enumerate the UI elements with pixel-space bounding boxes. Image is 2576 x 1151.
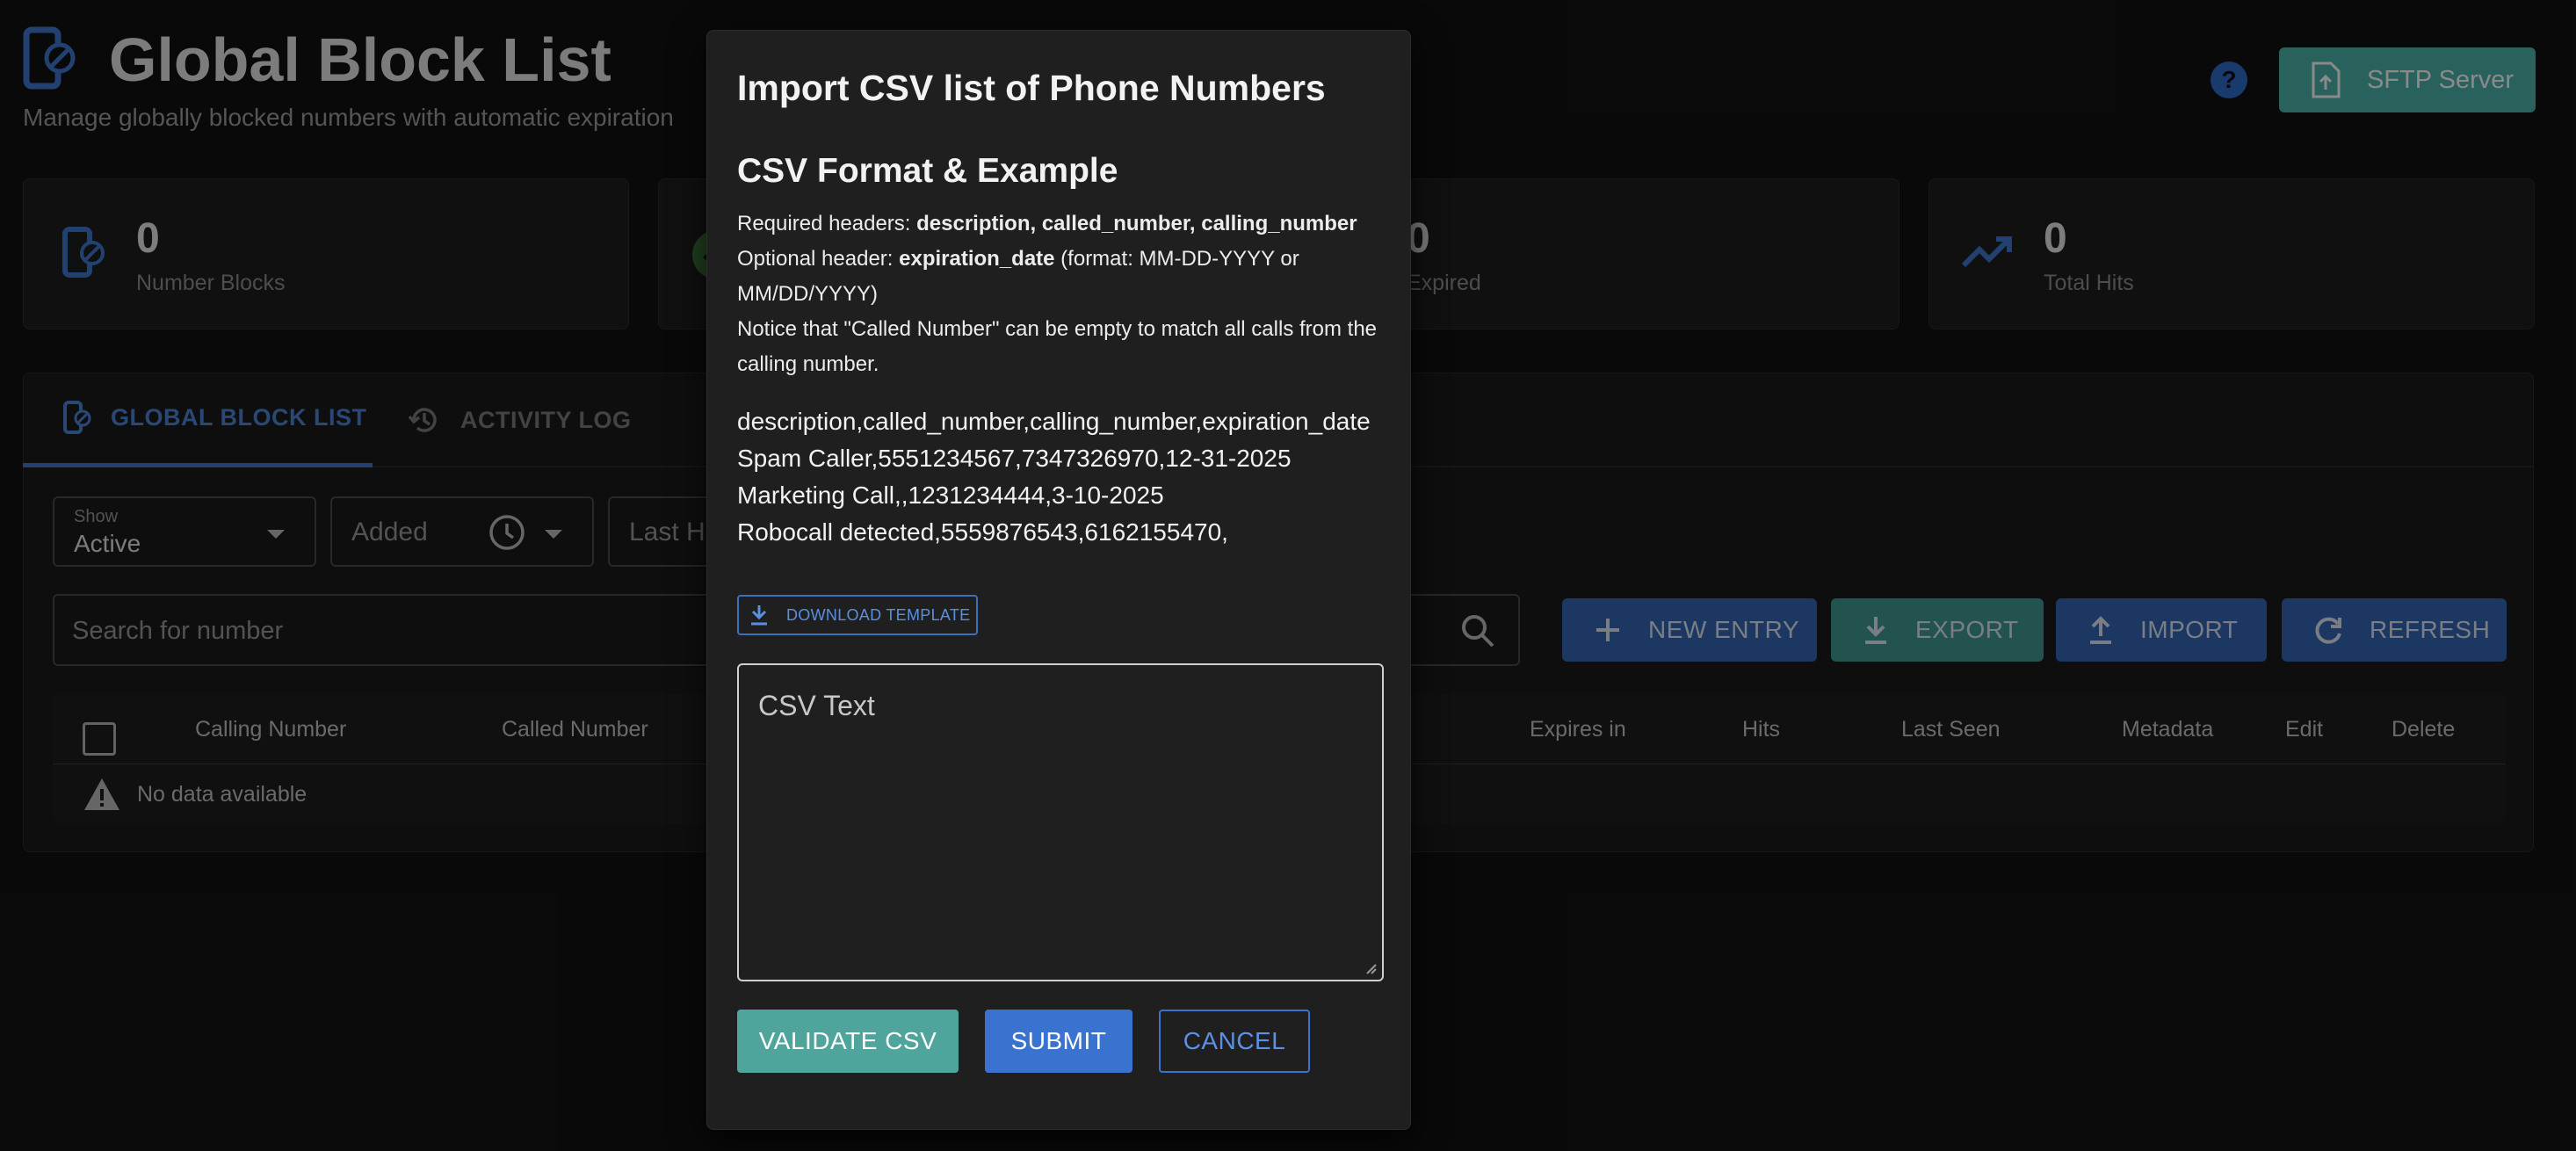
required-headers-line: Required headers: description, called_nu… bbox=[737, 206, 1387, 242]
download-template-label: DOWNLOAD TEMPLATE bbox=[786, 605, 971, 624]
download-template-button[interactable]: DOWNLOAD TEMPLATE bbox=[737, 595, 978, 635]
optional-header-line: Optional header: expiration_date (format… bbox=[737, 242, 1387, 312]
submit-button[interactable]: SUBMIT bbox=[985, 1010, 1132, 1073]
required-headers: description, called_number, calling_numb… bbox=[916, 212, 1357, 235]
optional-header: expiration_date bbox=[899, 247, 1055, 271]
validate-csv-button[interactable]: VALIDATE CSV bbox=[737, 1010, 959, 1073]
dialog-subtitle: CSV Format & Example bbox=[737, 152, 1118, 190]
csv-text-field[interactable] bbox=[737, 663, 1384, 981]
cancel-button[interactable]: CANCEL bbox=[1159, 1010, 1310, 1073]
csv-example-line: description,called_number,calling_number… bbox=[737, 408, 1371, 435]
csv-example-line: Marketing Call,,1231234444,3-10-2025 bbox=[737, 481, 1164, 509]
csv-format-info: Required headers: description, called_nu… bbox=[737, 206, 1387, 382]
dialog-title: Import CSV list of Phone Numbers bbox=[737, 68, 1326, 108]
optional-prefix: Optional header: bbox=[737, 247, 900, 271]
csv-example-line: Robocall detected,5559876543,6162155470, bbox=[737, 518, 1228, 546]
csv-example-line: Spam Caller,5551234567,7347326970,12-31-… bbox=[737, 445, 1292, 472]
download-icon bbox=[749, 604, 786, 626]
notice-text: Notice that "Called Number" can be empty… bbox=[737, 317, 1378, 376]
csv-example: description,called_number,calling_number… bbox=[737, 403, 1405, 551]
import-csv-dialog: Import CSV list of Phone Numbers CSV For… bbox=[706, 30, 1411, 1130]
csv-text-input[interactable] bbox=[758, 690, 1364, 962]
required-prefix: Required headers: bbox=[737, 212, 917, 235]
resize-handle-icon[interactable] bbox=[1363, 960, 1377, 974]
